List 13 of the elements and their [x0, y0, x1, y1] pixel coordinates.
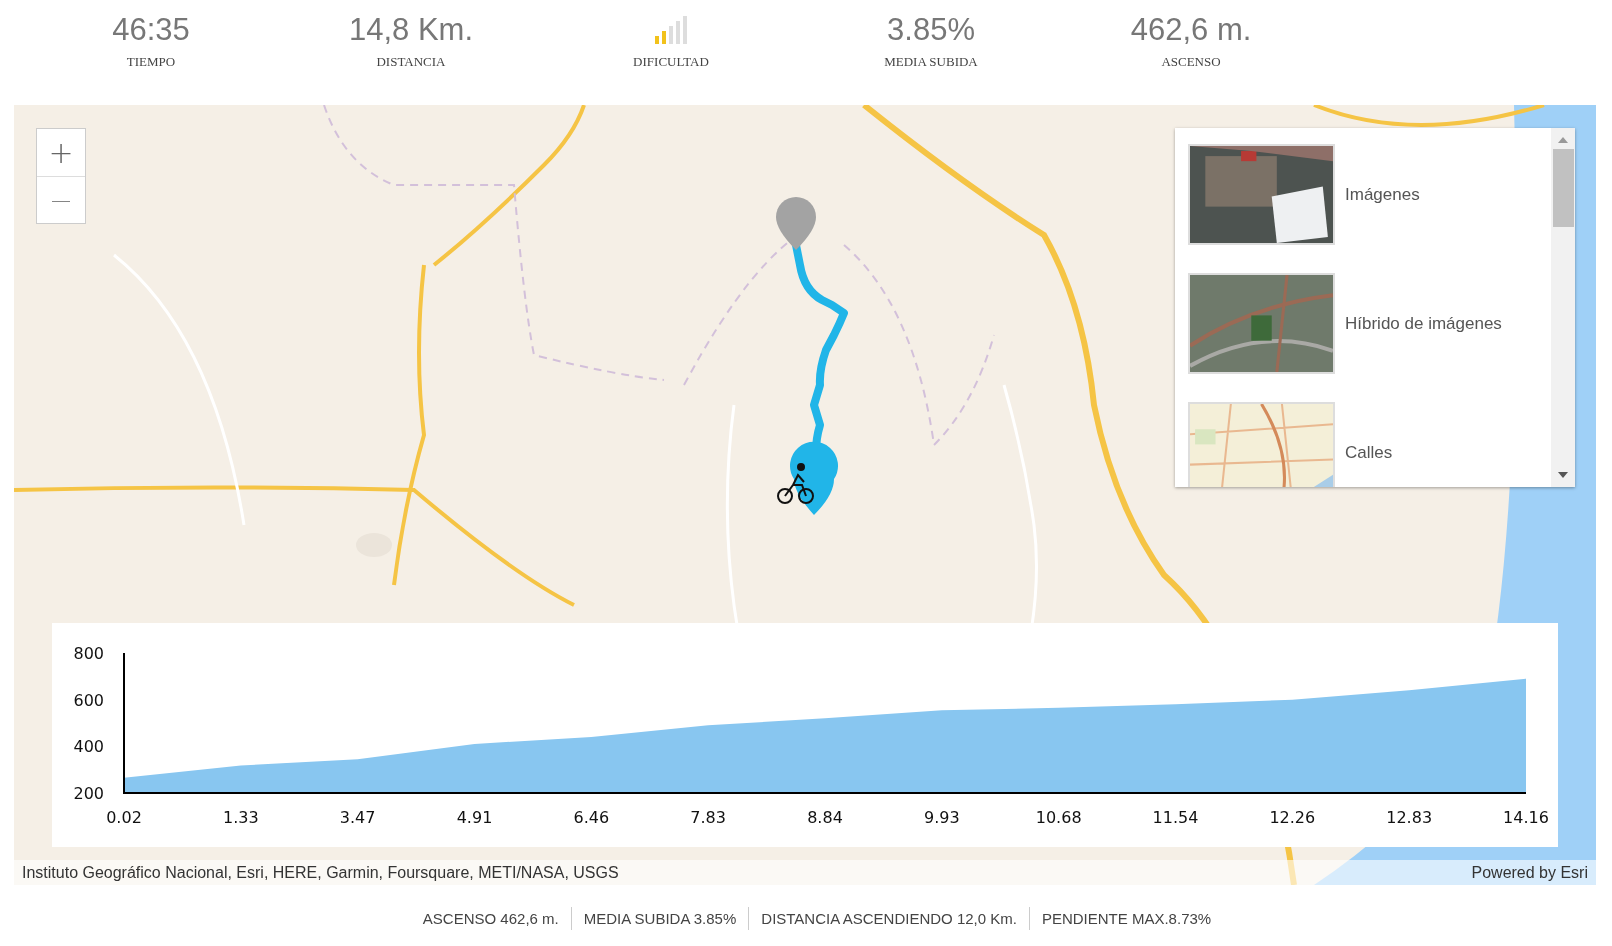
stat-label: MEDIA SUBIDA [884, 54, 978, 70]
stat-value: 46:35 [112, 11, 190, 49]
stat-value: 14,8 Km. [348, 11, 474, 49]
summary-stat: PENDIENTE MAX.8.73% [1028, 907, 1224, 930]
stat-label: DIFICULTAD [633, 54, 709, 70]
stat-label: TIEMPO [126, 54, 176, 70]
stat-label: ASCENSO [1161, 54, 1221, 70]
stat-value: 3.85% [887, 11, 975, 49]
summary-stat: ASCENSO 462,6 m. [421, 909, 560, 929]
stat-label: DISTANCIA [376, 54, 446, 70]
stat-value: 462,6 m. [1130, 11, 1252, 49]
summary-stat: DISTANCIA ASCENDIENDO 12,0 Km. [748, 907, 1029, 930]
summary-stat: MEDIA SUBIDA 3.85% [570, 907, 749, 930]
